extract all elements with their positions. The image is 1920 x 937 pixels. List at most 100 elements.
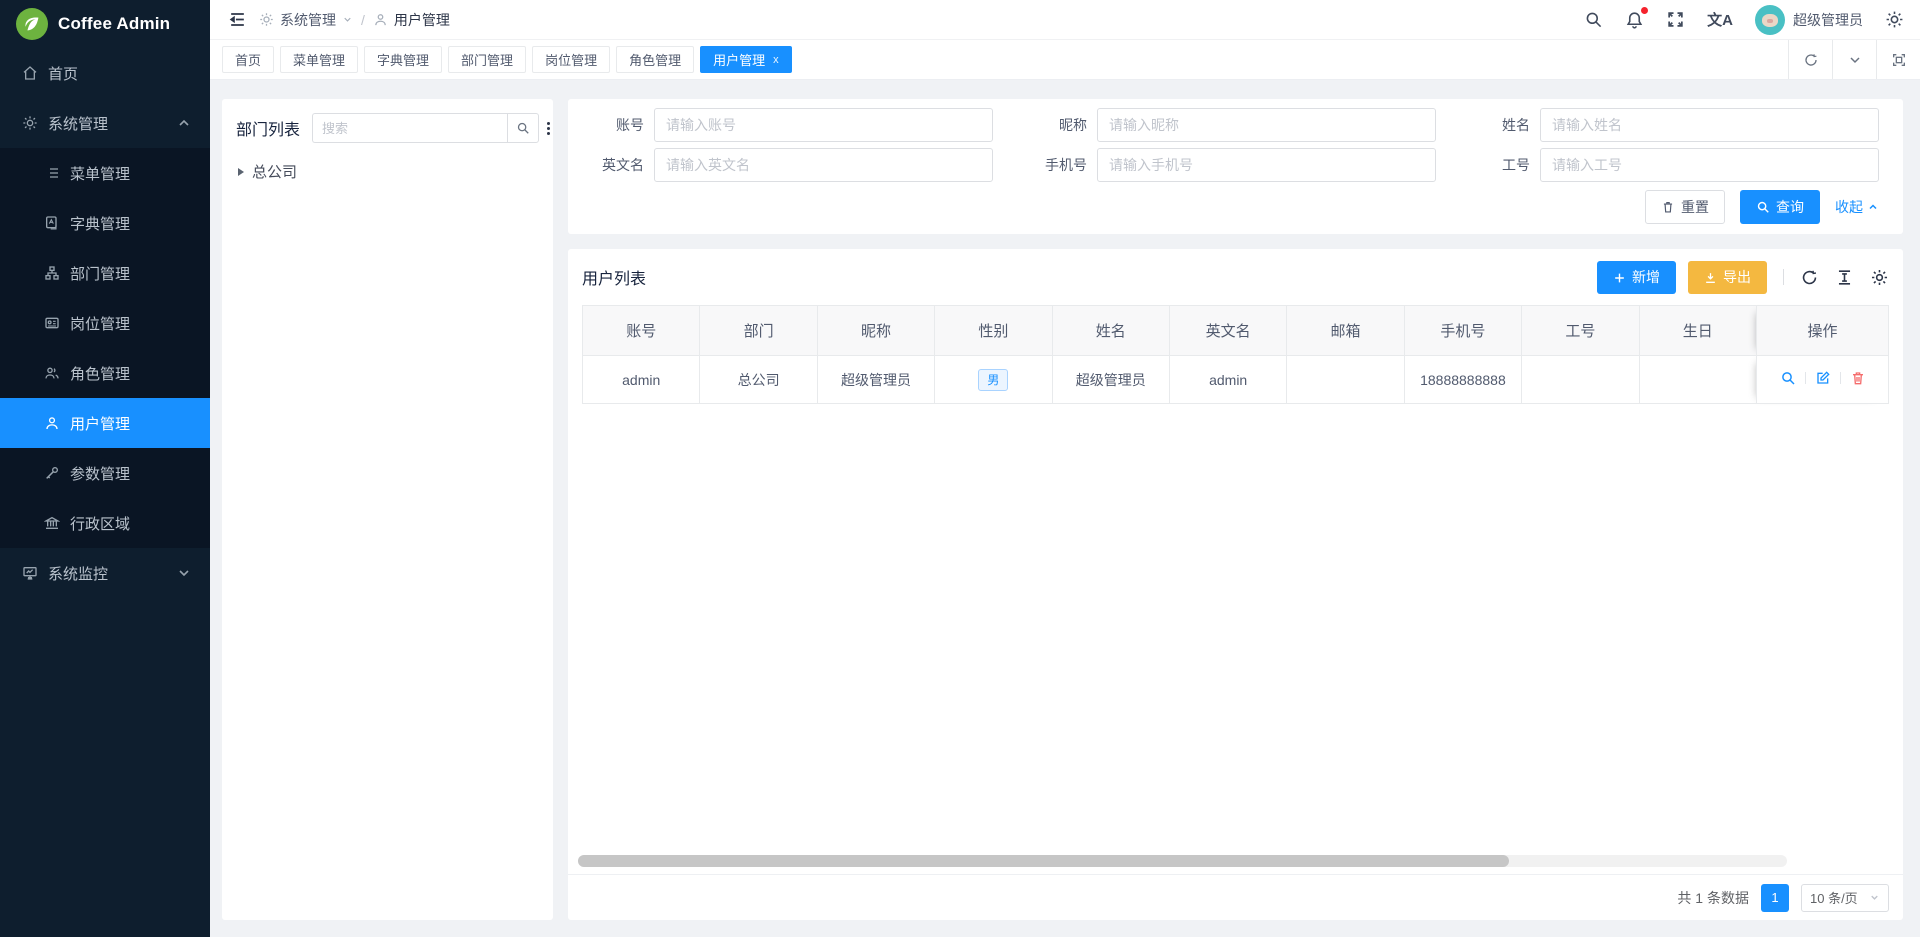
sidebar-item-label: 系统管理 xyxy=(48,113,108,134)
id-card-icon xyxy=(44,315,60,331)
fullscreen-icon[interactable] xyxy=(1666,10,1685,29)
sidebar-item-label: 行政区域 xyxy=(70,513,130,534)
tab-dict-mgmt[interactable]: 字典管理 xyxy=(364,46,442,73)
page-size-select[interactable]: 10 条/页 xyxy=(1801,884,1889,912)
refresh-icon[interactable] xyxy=(1788,40,1832,79)
tab-user-mgmt[interactable]: 用户管理 x xyxy=(700,46,792,73)
tab-menu-mgmt[interactable]: 菜单管理 xyxy=(280,46,358,73)
sidebar-item-menu-mgmt[interactable]: 菜单管理 xyxy=(0,148,210,198)
settings-gear-icon[interactable] xyxy=(1885,10,1904,29)
edit-row-icon[interactable] xyxy=(1815,370,1831,386)
cell-email xyxy=(1287,356,1404,404)
sidebar-item-dict-mgmt[interactable]: 字典管理 xyxy=(0,198,210,248)
breadcrumb-item-system[interactable]: 系统管理 xyxy=(280,10,336,30)
tab-role-mgmt[interactable]: 角色管理 xyxy=(616,46,694,73)
cell-name: 超级管理员 xyxy=(1052,356,1169,404)
horizontal-scrollbar-thumb[interactable] xyxy=(578,855,1509,867)
add-user-button[interactable]: 新增 xyxy=(1597,261,1676,294)
sidebar: Coffee Admin 首页 系统管理 菜单管理 字典管理 xyxy=(0,0,210,937)
phone-input[interactable] xyxy=(1097,148,1436,182)
sidebar-item-home[interactable]: 首页 xyxy=(0,48,210,98)
sidebar-item-system[interactable]: 系统管理 xyxy=(0,98,210,148)
dictionary-icon xyxy=(44,215,60,231)
user-table: 账号 部门 昵称 性别 姓名 英文名 邮箱 手机号 工号 生日 xyxy=(582,305,1889,404)
org-chart-icon xyxy=(44,265,60,281)
tab-close-icon[interactable]: x xyxy=(773,54,779,66)
chevron-down-icon xyxy=(1869,892,1880,903)
sidebar-item-role-mgmt[interactable]: 角色管理 xyxy=(0,348,210,398)
row-height-icon[interactable] xyxy=(1835,268,1854,287)
field-name: 姓名 xyxy=(1478,108,1879,142)
tab-label: 首页 xyxy=(235,50,261,69)
search-icon[interactable] xyxy=(1584,10,1603,29)
page-button-1[interactable]: 1 xyxy=(1761,884,1789,912)
field-label: 工号 xyxy=(1478,155,1540,175)
list-icon xyxy=(44,165,60,181)
table-header-row: 账号 部门 昵称 性别 姓名 英文名 邮箱 手机号 工号 生日 xyxy=(583,306,1889,356)
account-input[interactable] xyxy=(654,108,993,142)
export-button[interactable]: 导出 xyxy=(1688,261,1767,294)
user-menu[interactable]: 超级管理员 xyxy=(1755,5,1863,35)
user-name: 超级管理员 xyxy=(1793,10,1863,30)
notification-bell-icon[interactable] xyxy=(1625,10,1644,29)
department-search-input[interactable] xyxy=(312,113,507,143)
avatar xyxy=(1755,5,1785,35)
table-title: 用户列表 xyxy=(582,265,646,289)
maximize-icon[interactable] xyxy=(1876,40,1920,79)
gender-tag: 男 xyxy=(978,369,1008,391)
brand-logo[interactable]: Coffee Admin xyxy=(0,0,210,48)
sidebar-collapse-icon[interactable] xyxy=(228,10,247,29)
nickname-input[interactable] xyxy=(1097,108,1436,142)
table-row: admin 总公司 超级管理员 男 超级管理员 admin 1888888888… xyxy=(583,356,1889,404)
sidebar-item-dept-mgmt[interactable]: 部门管理 xyxy=(0,248,210,298)
sidebar-item-region[interactable]: 行政区域 xyxy=(0,498,210,548)
translate-icon[interactable]: 文A xyxy=(1707,9,1733,30)
home-icon xyxy=(22,65,38,81)
collapse-filters-link[interactable]: 收起 xyxy=(1835,197,1879,217)
query-button[interactable]: 查询 xyxy=(1740,190,1820,224)
leaf-logo-icon xyxy=(16,8,48,40)
sidebar-item-post-mgmt[interactable]: 岗位管理 xyxy=(0,298,210,348)
sidebar-item-label: 角色管理 xyxy=(70,363,130,384)
column-settings-gear-icon[interactable] xyxy=(1870,268,1889,287)
table-footer: 共 1 条数据 1 10 条/页 xyxy=(568,874,1903,920)
field-label: 英文名 xyxy=(592,155,654,175)
tab-dept-mgmt[interactable]: 部门管理 xyxy=(448,46,526,73)
tab-post-mgmt[interactable]: 岗位管理 xyxy=(532,46,610,73)
delete-row-icon[interactable] xyxy=(1850,370,1866,386)
tree-node-root[interactable]: 总公司 xyxy=(236,161,539,182)
col-header-gender: 性别 xyxy=(935,306,1052,356)
department-search-button[interactable] xyxy=(507,113,539,143)
field-english-name: 英文名 xyxy=(592,148,993,182)
sidebar-item-user-mgmt[interactable]: 用户管理 xyxy=(0,398,210,448)
sidebar-item-label: 菜单管理 xyxy=(70,163,130,184)
kebab-menu-icon[interactable] xyxy=(547,122,550,135)
app-root: Coffee Admin 首页 系统管理 菜单管理 字典管理 xyxy=(0,0,1920,937)
query-button-label: 查询 xyxy=(1776,197,1804,217)
tab-home[interactable]: 首页 xyxy=(222,46,274,73)
english-name-input[interactable] xyxy=(654,148,993,182)
wrench-icon xyxy=(44,465,60,481)
tab-tools xyxy=(1788,40,1920,79)
action-divider xyxy=(1840,372,1841,384)
plus-icon xyxy=(1613,271,1626,284)
caret-right-icon[interactable] xyxy=(238,168,244,176)
chevron-down-icon xyxy=(342,14,353,25)
tab-label: 字典管理 xyxy=(377,50,429,69)
name-input[interactable] xyxy=(1540,108,1879,142)
chevron-down-icon[interactable] xyxy=(1832,40,1876,79)
top-header: 系统管理 / 用户管理 文A 超级管理员 xyxy=(210,0,1920,40)
view-row-icon[interactable] xyxy=(1780,370,1796,386)
gear-icon xyxy=(259,12,274,27)
user-icon xyxy=(44,415,60,431)
refresh-icon[interactable] xyxy=(1800,268,1819,287)
job-number-input[interactable] xyxy=(1540,148,1879,182)
tab-label: 部门管理 xyxy=(461,50,513,69)
sidebar-item-monitor[interactable]: 系统监控 xyxy=(0,548,210,598)
gear-icon xyxy=(22,115,38,131)
col-header-birthday: 生日 xyxy=(1639,306,1756,356)
brand-name: Coffee Admin xyxy=(58,14,170,34)
reset-button[interactable]: 重置 xyxy=(1645,190,1725,224)
sidebar-item-param-mgmt[interactable]: 参数管理 xyxy=(0,448,210,498)
field-phone: 手机号 xyxy=(1035,148,1436,182)
